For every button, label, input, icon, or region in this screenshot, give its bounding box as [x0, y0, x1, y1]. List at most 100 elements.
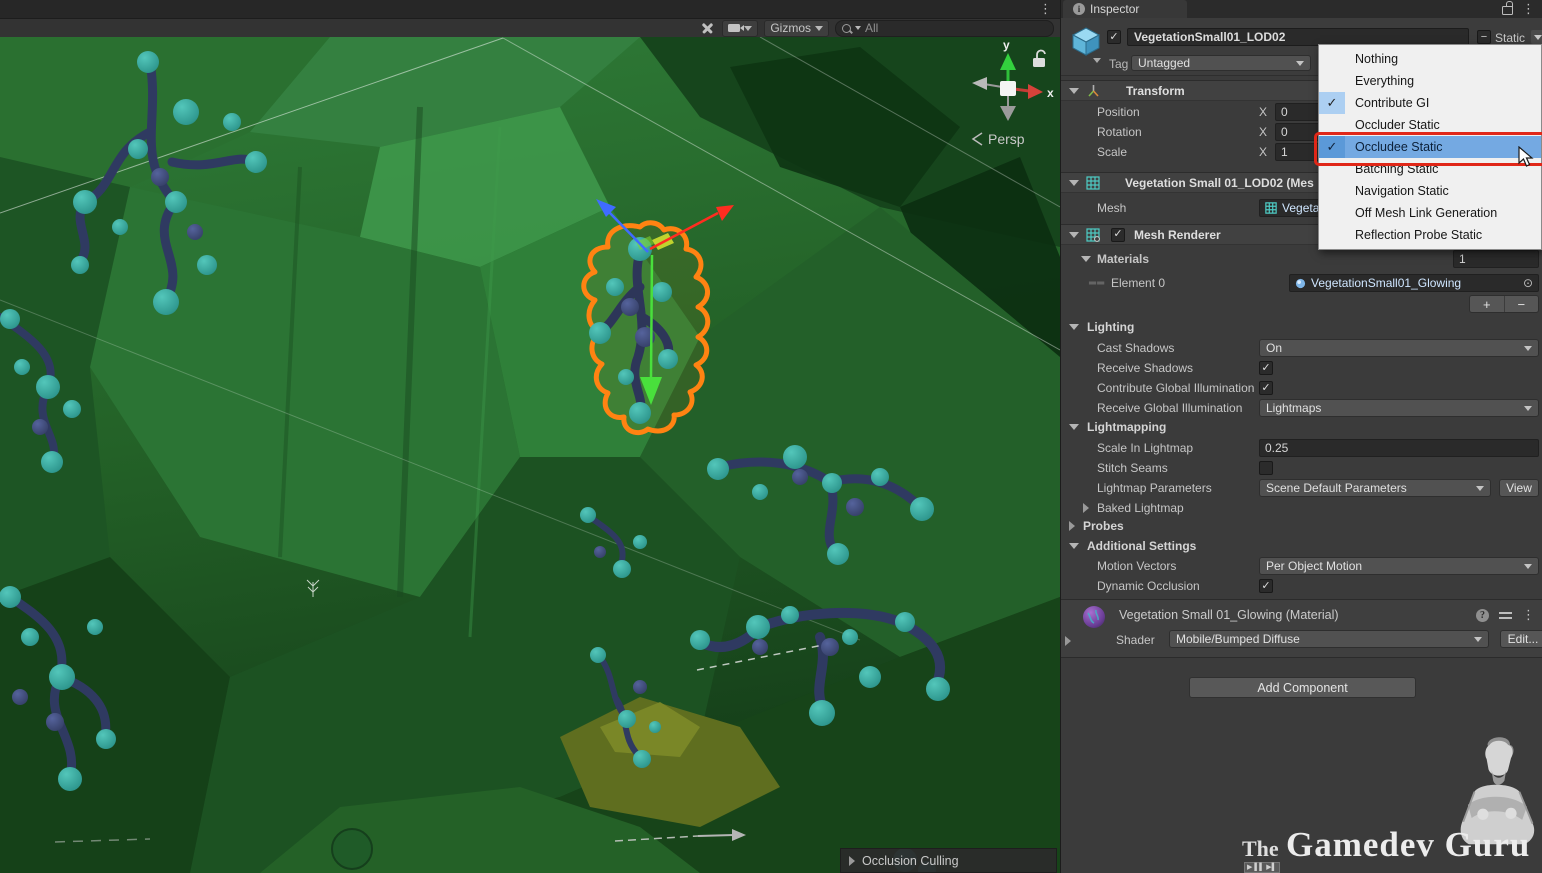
foldout-expanded-icon[interactable] [1069, 180, 1079, 186]
dynamic-occlusion-label: Dynamic Occlusion [1097, 579, 1259, 593]
occlusion-culling-panel[interactable]: Occlusion Culling [840, 848, 1057, 873]
static-menu-item-nothing[interactable]: Nothing [1319, 48, 1541, 70]
chevron-down-icon [855, 26, 861, 30]
element0-label: Element 0 [1111, 276, 1289, 290]
foldout-expanded-icon [1081, 256, 1091, 262]
materials-label: Materials [1091, 252, 1453, 266]
stitch-seams-checkbox[interactable] [1259, 461, 1273, 475]
inspector-kebab-menu-icon[interactable]: ⋮ [1522, 1, 1535, 17]
static-menu-item-occludee-static[interactable]: ✓ Occludee Static [1319, 136, 1541, 158]
static-menu-item-everything[interactable]: Everything [1319, 70, 1541, 92]
material-mini-icon [1295, 278, 1306, 289]
static-menu-item-off-mesh-link[interactable]: Off Mesh Link Generation [1319, 202, 1541, 224]
baked-lightmap-row[interactable]: Baked Lightmap [1061, 498, 1542, 518]
static-menu-item-contribute-gi[interactable]: ✓ Contribute GI [1319, 92, 1541, 114]
chevron-down-icon [1524, 406, 1532, 411]
presets-icon[interactable] [1499, 610, 1512, 621]
scene-kebab-menu-icon[interactable]: ⋮ [1039, 1, 1052, 17]
chevron-down-icon [1524, 346, 1532, 351]
motion-vectors-label: Motion Vectors [1097, 559, 1259, 573]
materials-row[interactable]: Materials 1 [1061, 249, 1542, 269]
add-component-button[interactable]: Add Component [1189, 677, 1416, 698]
scene-toolbar-group: Gizmos All [698, 19, 1054, 37]
additional-settings-header[interactable]: Additional Settings [1061, 537, 1542, 555]
foldout-expanded-icon[interactable] [1069, 88, 1079, 94]
persp-label[interactable]: Persp [988, 131, 1025, 147]
inspector-tabbar: i Inspector ⋮ [1061, 0, 1542, 19]
shader-edit-button[interactable]: Edit... [1500, 630, 1542, 648]
rotation-label: Rotation [1097, 125, 1259, 139]
menu-checkbox [1319, 180, 1345, 202]
cast-shadows-dropdown[interactable]: On [1259, 339, 1539, 357]
receive-gi-dropdown[interactable]: Lightmaps [1259, 399, 1539, 417]
mouse-cursor [1518, 146, 1534, 168]
dynamic-occlusion-row: Dynamic Occlusion ✓ [1061, 576, 1542, 596]
contribute-gi-checkbox[interactable]: ✓ [1259, 381, 1273, 395]
view-button[interactable]: View [1499, 479, 1539, 497]
chevron-down-icon [1534, 35, 1542, 40]
drag-handle-icon[interactable]: ══ [1089, 278, 1111, 289]
static-label: Static [1495, 31, 1525, 45]
camera-settings-button[interactable] [722, 20, 758, 37]
cast-shadows-row: Cast Shadows On [1061, 338, 1542, 358]
axis-y-label: y [1003, 38, 1010, 52]
receive-gi-row: Receive Global Illumination Lightmaps [1061, 398, 1542, 418]
materials-count-field[interactable]: 1 [1453, 250, 1539, 268]
gameobject-cube-icon[interactable] [1071, 26, 1101, 59]
gizmo-y-axis[interactable] [651, 255, 652, 377]
mesh-icon [1265, 202, 1277, 214]
axis-center-cube[interactable] [1000, 81, 1016, 96]
object-picker-icon[interactable]: ⊙ [1523, 276, 1533, 290]
mesh-renderer-enabled-checkbox[interactable]: ✓ [1111, 228, 1125, 242]
stitch-seams-label: Stitch Seams [1097, 461, 1259, 475]
static-menu-item-batching-static[interactable]: Batching Static [1319, 158, 1541, 180]
tag-dropdown[interactable]: Untagged [1131, 55, 1311, 71]
lock-icon[interactable] [1502, 6, 1513, 15]
baked-lightmap-label: Baked Lightmap [1089, 501, 1184, 515]
scale-label: Scale [1097, 145, 1259, 159]
lighting-section-header[interactable]: Lighting [1061, 318, 1542, 336]
receive-shadows-checkbox[interactable]: ✓ [1259, 361, 1273, 375]
foldout-expanded-icon [1069, 324, 1079, 330]
dynamic-occlusion-checkbox[interactable]: ✓ [1259, 579, 1273, 593]
cave-rocks [0, 37, 1060, 873]
tag-label: Tag [1109, 57, 1128, 71]
material-kebab-menu-icon[interactable]: ⋮ [1522, 607, 1535, 623]
gizmos-dropdown[interactable]: Gizmos [764, 20, 829, 37]
static-mixed-toggle[interactable]: − [1477, 30, 1491, 44]
foldout-expanded-icon[interactable] [1069, 232, 1079, 238]
receive-gi-label: Receive Global Illumination [1097, 401, 1259, 415]
probes-section-header[interactable]: Probes [1061, 517, 1542, 535]
motion-vectors-dropdown[interactable]: Per Object Motion [1259, 557, 1539, 575]
static-menu-item-navigation-static[interactable]: Navigation Static [1319, 180, 1541, 202]
scene-search-field[interactable]: All [835, 20, 1054, 37]
shader-dropdown[interactable]: Mobile/Bumped Diffuse [1169, 630, 1489, 648]
lightmap-parameters-dropdown[interactable]: Scene Default Parameters [1259, 479, 1491, 497]
shader-label: Shader [1116, 633, 1155, 647]
static-flags-dropdown[interactable] [1531, 30, 1542, 44]
transform-icon [1086, 83, 1101, 98]
lighting-title: Lighting [1087, 320, 1134, 334]
menu-checkbox [1319, 202, 1345, 224]
icon-picker-chevron[interactable] [1093, 58, 1101, 63]
help-icon[interactable]: ? [1476, 609, 1489, 622]
add-material-button[interactable]: + [1470, 296, 1505, 312]
active-checkbox[interactable]: ✓ [1107, 30, 1121, 44]
foldout-collapsed-icon[interactable] [1065, 636, 1071, 646]
axis-x-label: X [1259, 105, 1275, 119]
static-menu-item-occluder-static[interactable]: Occluder Static [1319, 114, 1541, 136]
static-menu-item-reflection-probe[interactable]: Reflection Probe Static [1319, 224, 1541, 246]
scale-in-lightmap-field[interactable]: 0.25 [1259, 439, 1539, 457]
chevron-down-icon [815, 26, 823, 31]
lightmapping-section-header[interactable]: Lightmapping [1061, 418, 1542, 436]
scene-viewport[interactable]: y x Persp [0, 37, 1060, 873]
position-label: Position [1097, 105, 1259, 119]
tab-inspector[interactable]: i Inspector [1063, 0, 1187, 18]
material-element-row: ══ Element 0 VegetationSmall01_Glowing ⊙ [1061, 273, 1542, 293]
menu-checkbox [1319, 224, 1345, 246]
scene-tools-button[interactable] [698, 21, 716, 35]
occlusion-culling-label: Occlusion Culling [862, 854, 959, 868]
remove-material-button[interactable]: − [1505, 296, 1539, 312]
mesh-filter-title: Vegetation Small 01_LOD02 (Mes [1125, 176, 1314, 190]
material-object-field[interactable]: VegetationSmall01_Glowing ⊙ [1289, 274, 1539, 292]
